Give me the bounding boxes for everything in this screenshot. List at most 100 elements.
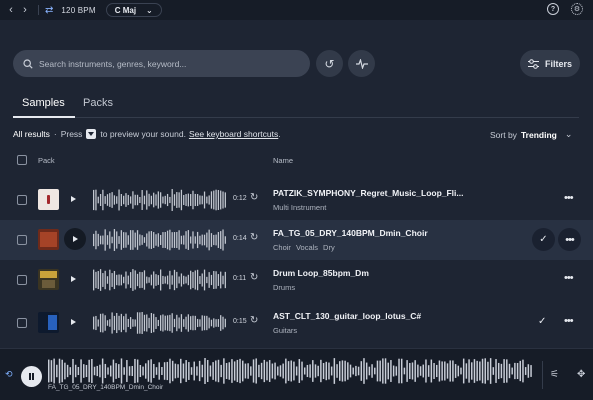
duration: 0:15	[233, 318, 247, 325]
play-icon	[71, 195, 76, 202]
loop-icon: ↻	[250, 232, 259, 243]
divider	[542, 361, 543, 389]
more-options-icon[interactable]: •••	[564, 192, 574, 204]
sync-icon[interactable]: ⟲	[5, 369, 13, 380]
pause-button[interactable]	[21, 366, 42, 387]
sample-row[interactable]: 0:11 ↻ Drum Loop_85bpm_Dm Drums •••	[0, 260, 593, 300]
back-icon[interactable]: ‹	[4, 4, 18, 16]
sample-row[interactable]: 0:14 ↻ FA_TG_05_DRY_140BPM_Dmin_Choir Ch…	[0, 220, 593, 260]
play-icon	[71, 318, 76, 325]
pause-icon	[32, 373, 34, 380]
column-header-pack[interactable]: Pack	[38, 156, 55, 165]
more-options-icon[interactable]: •••	[564, 315, 574, 327]
pack-artwork[interactable]	[38, 312, 59, 333]
chevron-down-icon: ⌄	[146, 5, 153, 15]
help-icon[interactable]: ?	[547, 3, 559, 15]
audio-search-button[interactable]	[348, 50, 375, 77]
duration: 0:14	[233, 235, 247, 242]
top-bar: ‹ › ⇄ 120 BPM C Maj ⌄ ? ⚙	[0, 0, 593, 20]
liked-check-icon[interactable]: ✓	[532, 228, 555, 251]
column-header-name[interactable]: Name	[273, 156, 293, 165]
tag[interactable]: Vocals	[296, 243, 318, 252]
separator-dot: ·	[53, 129, 57, 139]
now-playing-name: FA_TG_05_DRY_140BPM_Dmin_Choir	[48, 384, 164, 391]
filters-button[interactable]: Filters	[520, 50, 580, 77]
tab-bar: Samples Packs	[13, 95, 579, 119]
chevron-down-icon: ⌄	[564, 129, 573, 139]
key-label: C Maj	[114, 5, 137, 15]
play-icon	[73, 235, 78, 242]
row-waveform[interactable]	[93, 228, 227, 252]
row-checkbox[interactable]	[17, 235, 27, 245]
row-waveform[interactable]	[93, 188, 227, 212]
pack-artwork[interactable]	[38, 229, 59, 250]
divider	[13, 117, 579, 118]
sliders-icon[interactable]: ⚟	[550, 369, 559, 380]
row-checkbox[interactable]	[17, 318, 27, 328]
forward-icon[interactable]: ›	[18, 4, 32, 16]
more-options-icon[interactable]: •••	[564, 272, 574, 284]
tag-list: Drums	[273, 283, 295, 292]
sliders-icon	[527, 58, 539, 69]
divider	[38, 5, 39, 15]
bpm-label[interactable]: 120 BPM	[61, 6, 95, 15]
tag[interactable]: Dry	[323, 243, 335, 252]
row-waveform[interactable]	[93, 311, 227, 335]
tag-list: Choir Vocals Dry	[273, 243, 335, 252]
down-arrow-key-icon	[86, 129, 97, 139]
row-checkbox[interactable]	[17, 195, 27, 205]
play-button[interactable]	[70, 274, 78, 284]
keyboard-shortcuts-link[interactable]: See keyboard shortcuts	[189, 129, 278, 139]
more-options-icon[interactable]: •••	[558, 228, 581, 251]
sample-name[interactable]: PATZIK_SYMPHONY_Regret_Music_Loop_Fli...	[273, 188, 464, 198]
sample-row[interactable]: 0:15 ↻ AST_CLT_130_guitar_loop_lotus_C# …	[0, 303, 593, 343]
sort-label: Sort by	[490, 129, 517, 140]
loop-icon: ↻	[250, 272, 259, 283]
sort-selector[interactable]: Sort by Trending ⌄	[490, 129, 572, 140]
loop-icon: ↻	[250, 315, 259, 326]
history-icon: ↺	[324, 56, 335, 71]
row-checkbox[interactable]	[17, 275, 27, 285]
play-button[interactable]	[70, 317, 78, 327]
duration: 0:12	[233, 195, 247, 202]
results-info: All results · Press to preview your soun…	[13, 129, 281, 139]
play-button[interactable]	[70, 194, 78, 204]
search-icon	[23, 58, 33, 69]
tab-packs[interactable]: Packs	[83, 97, 113, 109]
player-bar: ⟲ FA_TG_05_DRY_140BPM_Dmin_Choir ⚟ ✥	[0, 348, 593, 400]
waveform-icon	[355, 58, 368, 69]
active-tab-indicator	[13, 116, 75, 118]
search-input[interactable]	[39, 58, 299, 69]
tag-list: Multi Instrument	[273, 203, 326, 212]
sample-name[interactable]: Drum Loop_85bpm_Dm	[273, 268, 369, 278]
select-all-checkbox[interactable]	[17, 155, 27, 165]
tag[interactable]: Drums	[273, 283, 295, 292]
tag[interactable]: Guitars	[273, 326, 297, 335]
move-icon[interactable]: ✥	[577, 369, 585, 380]
sample-row[interactable]: 0:12 ↻ PATZIK_SYMPHONY_Regret_Music_Loop…	[0, 180, 593, 220]
sort-value: Trending	[520, 129, 557, 140]
search-bar[interactable]	[13, 50, 310, 77]
pack-artwork[interactable]	[38, 189, 59, 210]
period: .	[278, 129, 281, 139]
play-button[interactable]	[64, 228, 86, 250]
loop-icon: ↻	[250, 192, 259, 203]
gear-icon[interactable]: ⚙	[571, 3, 583, 15]
pack-artwork[interactable]	[38, 269, 59, 290]
tag[interactable]: Multi Instrument	[273, 203, 326, 212]
tag[interactable]: Choir	[273, 243, 291, 252]
sync-icon[interactable]: ⇄	[45, 5, 53, 16]
press-label: Press	[60, 129, 83, 139]
liked-check-icon[interactable]: ✓	[538, 316, 546, 327]
duration: 0:11	[233, 275, 247, 282]
tag-list: Guitars	[273, 326, 297, 335]
key-selector[interactable]: C Maj ⌄	[105, 3, 162, 17]
preview-hint: to preview your sound.	[100, 129, 186, 139]
row-waveform[interactable]	[93, 268, 227, 292]
history-button[interactable]: ↺	[316, 50, 343, 77]
sample-name[interactable]: FA_TG_05_DRY_140BPM_Dmin_Choir	[273, 228, 428, 238]
filters-label: Filters	[544, 58, 572, 69]
tab-samples[interactable]: Samples	[22, 97, 65, 109]
sample-name[interactable]: AST_CLT_130_guitar_loop_lotus_C#	[273, 311, 421, 321]
player-waveform[interactable]	[48, 357, 533, 385]
